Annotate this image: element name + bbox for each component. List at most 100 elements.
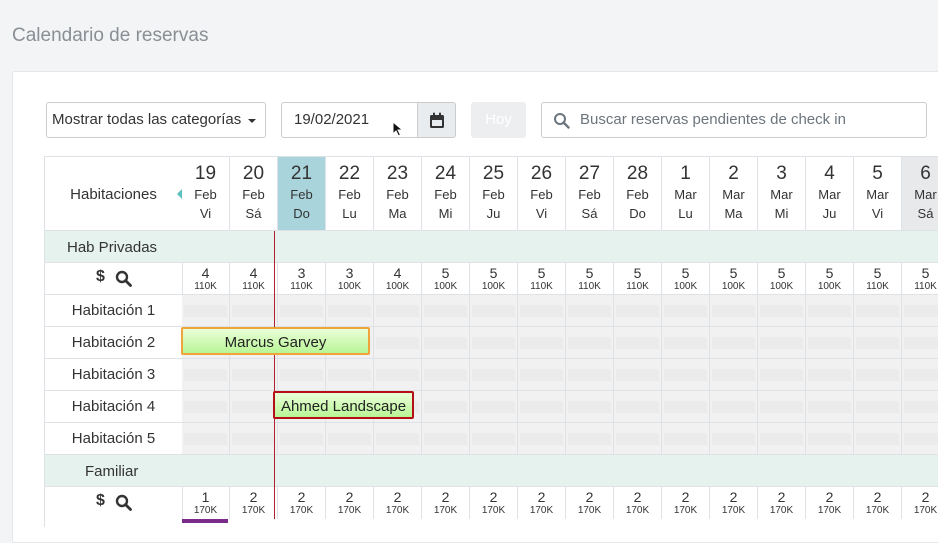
- room-day-cell[interactable]: [902, 391, 938, 423]
- availability-cell[interactable]: 5 110K: [518, 263, 566, 295]
- room-day-cell[interactable]: [374, 327, 422, 359]
- category-select[interactable]: Mostrar todas las categorías: [46, 102, 266, 138]
- room-day-cell[interactable]: [854, 391, 902, 423]
- room-day-cell[interactable]: [566, 423, 614, 455]
- day-header[interactable]: 2 Mar Ma: [710, 157, 758, 230]
- search-icon[interactable]: [115, 270, 132, 287]
- availability-cell[interactable]: 2 170K: [518, 487, 566, 519]
- availability-cell[interactable]: 4 110K: [182, 263, 230, 295]
- room-day-cell[interactable]: [758, 391, 806, 423]
- room-day-cell[interactable]: [758, 295, 806, 327]
- calendar-button[interactable]: [417, 102, 456, 138]
- availability-cell[interactable]: 5 100K: [470, 263, 518, 295]
- room-day-cell[interactable]: [614, 295, 662, 327]
- room-day-cell[interactable]: [566, 327, 614, 359]
- day-header[interactable]: 20 Feb Sá: [230, 157, 278, 230]
- room-day-cell[interactable]: [182, 359, 230, 391]
- room-day-cell[interactable]: [470, 423, 518, 455]
- room-day-cell[interactable]: [518, 423, 566, 455]
- room-day-cell[interactable]: [230, 391, 278, 423]
- room-day-cell[interactable]: [422, 359, 470, 391]
- availability-cell[interactable]: 2 170K: [614, 487, 662, 519]
- room-day-cell[interactable]: [422, 391, 470, 423]
- room-day-cell[interactable]: [374, 295, 422, 327]
- day-header[interactable]: 19 Feb Vi: [182, 157, 230, 230]
- room-day-cell[interactable]: [182, 295, 230, 327]
- room-day-cell[interactable]: [278, 295, 326, 327]
- today-button[interactable]: Hoy: [471, 102, 526, 138]
- day-header[interactable]: 23 Feb Ma: [374, 157, 422, 230]
- dollar-icon[interactable]: $: [96, 492, 105, 510]
- availability-cell[interactable]: 2 170K: [470, 487, 518, 519]
- search-input[interactable]: Buscar reservas pendientes de check in: [541, 102, 927, 138]
- room-day-cell[interactable]: [710, 391, 758, 423]
- availability-cell[interactable]: 5 100K: [710, 263, 758, 295]
- availability-cell[interactable]: 5 100K: [806, 263, 854, 295]
- room-day-cell[interactable]: [422, 327, 470, 359]
- day-header[interactable]: 27 Feb Sá: [566, 157, 614, 230]
- room-day-cell[interactable]: [902, 423, 938, 455]
- room-day-cell[interactable]: [518, 391, 566, 423]
- availability-cell[interactable]: 2 170K: [758, 487, 806, 519]
- room-day-cell[interactable]: [710, 359, 758, 391]
- availability-cell[interactable]: 2 170K: [662, 487, 710, 519]
- room-day-cell[interactable]: [470, 295, 518, 327]
- room-day-cell[interactable]: [614, 327, 662, 359]
- availability-cell[interactable]: 2 170K: [710, 487, 758, 519]
- availability-cell[interactable]: 2 170K: [902, 487, 938, 519]
- room-day-cell[interactable]: [182, 391, 230, 423]
- room-day-cell[interactable]: [566, 359, 614, 391]
- availability-cell[interactable]: 5 110K: [902, 263, 938, 295]
- booking-block-partial[interactable]: [182, 519, 228, 523]
- room-day-cell[interactable]: [662, 359, 710, 391]
- room-day-cell[interactable]: [902, 359, 938, 391]
- room-day-cell[interactable]: [710, 423, 758, 455]
- day-header[interactable]: 25 Feb Ju: [470, 157, 518, 230]
- day-header[interactable]: 22 Feb Lu: [326, 157, 374, 230]
- day-header[interactable]: 3 Mar Mi: [758, 157, 806, 230]
- room-day-cell[interactable]: [374, 359, 422, 391]
- category-row[interactable]: Hab Privadas: [45, 230, 938, 263]
- room-day-cell[interactable]: [422, 423, 470, 455]
- day-header[interactable]: 28 Feb Do: [614, 157, 662, 230]
- room-day-cell[interactable]: [230, 295, 278, 327]
- availability-cell[interactable]: 4 110K: [230, 263, 278, 295]
- availability-cell[interactable]: 5 110K: [614, 263, 662, 295]
- room-day-cell[interactable]: [278, 359, 326, 391]
- room-day-cell[interactable]: [758, 423, 806, 455]
- room-day-cell[interactable]: [806, 359, 854, 391]
- room-day-cell[interactable]: [854, 359, 902, 391]
- room-day-cell[interactable]: [662, 423, 710, 455]
- room-day-cell[interactable]: [566, 391, 614, 423]
- availability-cell[interactable]: 5 100K: [422, 263, 470, 295]
- availability-cell[interactable]: 5 100K: [662, 263, 710, 295]
- room-day-cell[interactable]: [470, 359, 518, 391]
- room-day-cell[interactable]: [230, 423, 278, 455]
- room-day-cell[interactable]: [470, 391, 518, 423]
- search-icon[interactable]: [115, 494, 132, 511]
- room-day-cell[interactable]: [854, 295, 902, 327]
- availability-cell[interactable]: 2 170K: [230, 487, 278, 519]
- availability-cell[interactable]: 2 170K: [278, 487, 326, 519]
- day-header[interactable]: 4 Mar Ju: [806, 157, 854, 230]
- availability-cell[interactable]: 2 170K: [374, 487, 422, 519]
- availability-cell[interactable]: 2 170K: [806, 487, 854, 519]
- room-day-cell[interactable]: [230, 359, 278, 391]
- room-day-cell[interactable]: [662, 295, 710, 327]
- availability-cell[interactable]: 5 110K: [566, 263, 614, 295]
- day-header[interactable]: 6 Mar Sá: [902, 157, 938, 230]
- category-row[interactable]: Familiar: [45, 454, 938, 487]
- room-day-cell[interactable]: [614, 423, 662, 455]
- room-day-cell[interactable]: [710, 295, 758, 327]
- room-day-cell[interactable]: [806, 295, 854, 327]
- room-day-cell[interactable]: [470, 327, 518, 359]
- room-day-cell[interactable]: [806, 423, 854, 455]
- booking-block[interactable]: Marcus Garvey: [181, 327, 370, 355]
- day-header[interactable]: 21 Feb Do: [278, 157, 326, 230]
- availability-cell[interactable]: 2 170K: [326, 487, 374, 519]
- room-day-cell[interactable]: [518, 295, 566, 327]
- availability-cell[interactable]: 3 100K: [326, 263, 374, 295]
- room-day-cell[interactable]: [326, 359, 374, 391]
- availability-cell[interactable]: 4 100K: [374, 263, 422, 295]
- dollar-icon[interactable]: $: [96, 268, 105, 286]
